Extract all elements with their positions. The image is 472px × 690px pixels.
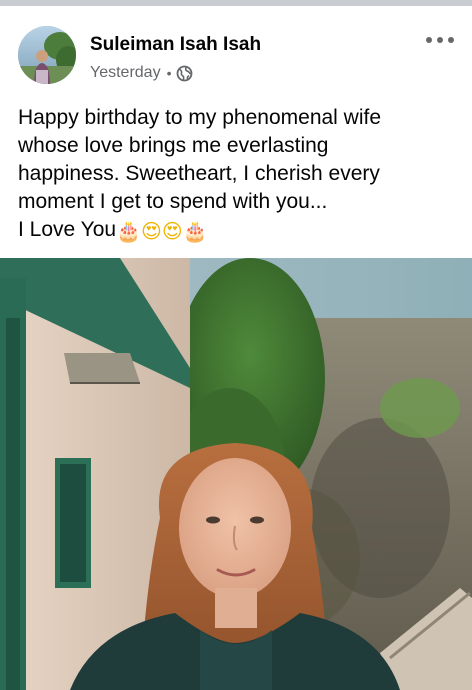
- heart-eyes-emoji: 😍: [161, 219, 183, 243]
- birthday-cake-emoji: 🎂: [116, 219, 142, 243]
- post-text-line: happiness. Sweetheart, I cherish every: [18, 162, 380, 185]
- post-text-line: moment I get to spend with you...: [18, 190, 328, 213]
- post-meta: Yesterday •: [90, 63, 193, 83]
- post-text-line: whose love brings me everlasting: [18, 134, 329, 157]
- heart-eyes-emoji: 😍: [141, 219, 162, 243]
- author-avatar[interactable]: [18, 26, 76, 84]
- post-header: Suleiman Isah Isah Yesterday •: [0, 6, 472, 92]
- post-photo[interactable]: [0, 258, 472, 690]
- post-text-love: I Love You: [18, 218, 117, 241]
- birthday-cake-emoji: 🎂: [182, 219, 208, 243]
- meta-separator: •: [166, 65, 172, 81]
- more-options-button[interactable]: [426, 32, 454, 48]
- post-message: Happy birthday to my phenomenal wife who…: [18, 104, 458, 245]
- post-timestamp[interactable]: Yesterday: [90, 64, 161, 82]
- photo-image: [0, 258, 472, 690]
- more-horizontal-icon: [426, 37, 432, 43]
- post-text-line: Happy birthday to my phenomenal wife: [18, 106, 382, 129]
- globe-icon[interactable]: [176, 65, 193, 82]
- author-name[interactable]: Suleiman Isah Isah: [90, 34, 261, 56]
- avatar-image: [18, 26, 76, 84]
- post-text-last-line: I Love You🎂😍😍🎂: [18, 216, 458, 245]
